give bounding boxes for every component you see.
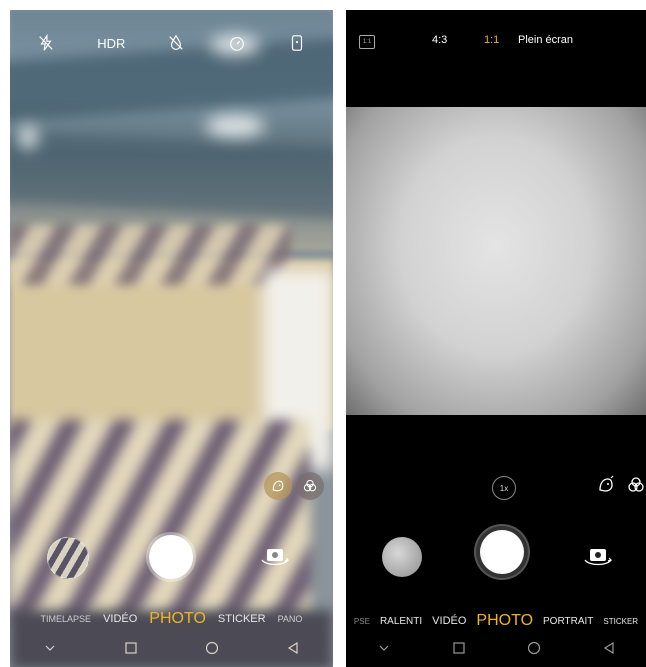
filter-buttons — [264, 472, 324, 500]
mode-portrait[interactable]: PORTRAIT — [543, 616, 593, 627]
mode-sticker[interactable]: STICKER — [603, 617, 638, 626]
timer-icon[interactable] — [222, 28, 252, 58]
camera-top-bar: HDR — [10, 10, 333, 76]
camera-viewfinder-square[interactable] — [346, 107, 646, 415]
aspect-ratio-bar: 1:1 4:3 1:1 Plein écran — [346, 10, 646, 70]
home-icon[interactable] — [527, 641, 541, 660]
mode-slowmo[interactable]: RALENTI — [380, 616, 422, 627]
switch-camera-icon[interactable] — [578, 540, 618, 572]
mode-pano[interactable]: PANO — [278, 614, 303, 624]
mode-selector: TIMELAPSE VIDÉO PHOTO STICKER PANO — [10, 610, 333, 628]
mode-timelapse-partial[interactable]: PSE — [354, 617, 370, 626]
home-icon[interactable] — [205, 641, 219, 660]
zoom-button[interactable]: 1x — [492, 476, 516, 500]
camera-screen-right: 1:1 4:3 1:1 Plein écran 1x PSE RALENTI V… — [346, 10, 646, 667]
shutter-button[interactable] — [149, 535, 193, 579]
aspect-ratio-icon[interactable]: 1:1 — [359, 35, 375, 49]
mode-selector: PSE RALENTI VIDÉO PHOTO PORTRAIT STICKER — [346, 612, 646, 630]
phone-settings-icon[interactable] — [282, 28, 312, 58]
beauty-face-icon[interactable] — [596, 475, 616, 500]
gallery-thumbnail[interactable] — [382, 537, 422, 577]
switch-camera-icon[interactable] — [255, 540, 295, 572]
gallery-thumbnail[interactable] — [47, 537, 89, 579]
ratio-fullscreen-option[interactable]: Plein écran — [518, 34, 573, 46]
recents-icon[interactable] — [124, 641, 138, 660]
ratio-4-3-option[interactable]: 4:3 — [432, 34, 447, 46]
hdr-button[interactable]: HDR — [91, 28, 131, 58]
camera-screen-left: HDR TIMELAPSE VIDÉO PHOTO STICKER PANO — [10, 10, 333, 667]
flash-off-icon[interactable] — [31, 28, 61, 58]
mode-photo[interactable]: PHOTO — [149, 610, 206, 628]
back-icon[interactable] — [43, 641, 57, 660]
drop-off-icon[interactable] — [161, 28, 191, 58]
beauty-face-icon[interactable] — [264, 472, 292, 500]
navigation-bar — [346, 633, 646, 667]
back-triangle-icon[interactable] — [602, 641, 616, 660]
mode-photo[interactable]: PHOTO — [476, 612, 533, 630]
color-filter-icon[interactable] — [296, 472, 324, 500]
navigation-bar — [10, 633, 333, 667]
mode-video[interactable]: VIDÉO — [432, 615, 466, 627]
mode-timelapse[interactable]: TIMELAPSE — [41, 614, 92, 624]
shutter-button[interactable] — [480, 530, 524, 574]
mode-video[interactable]: VIDÉO — [103, 613, 137, 625]
recents-icon[interactable] — [452, 641, 466, 660]
mode-sticker[interactable]: STICKER — [218, 613, 266, 625]
back-triangle-icon[interactable] — [286, 641, 300, 660]
color-filter-icon[interactable] — [626, 475, 646, 500]
back-icon[interactable] — [377, 641, 391, 660]
ratio-1-1-option[interactable]: 1:1 — [484, 34, 499, 46]
